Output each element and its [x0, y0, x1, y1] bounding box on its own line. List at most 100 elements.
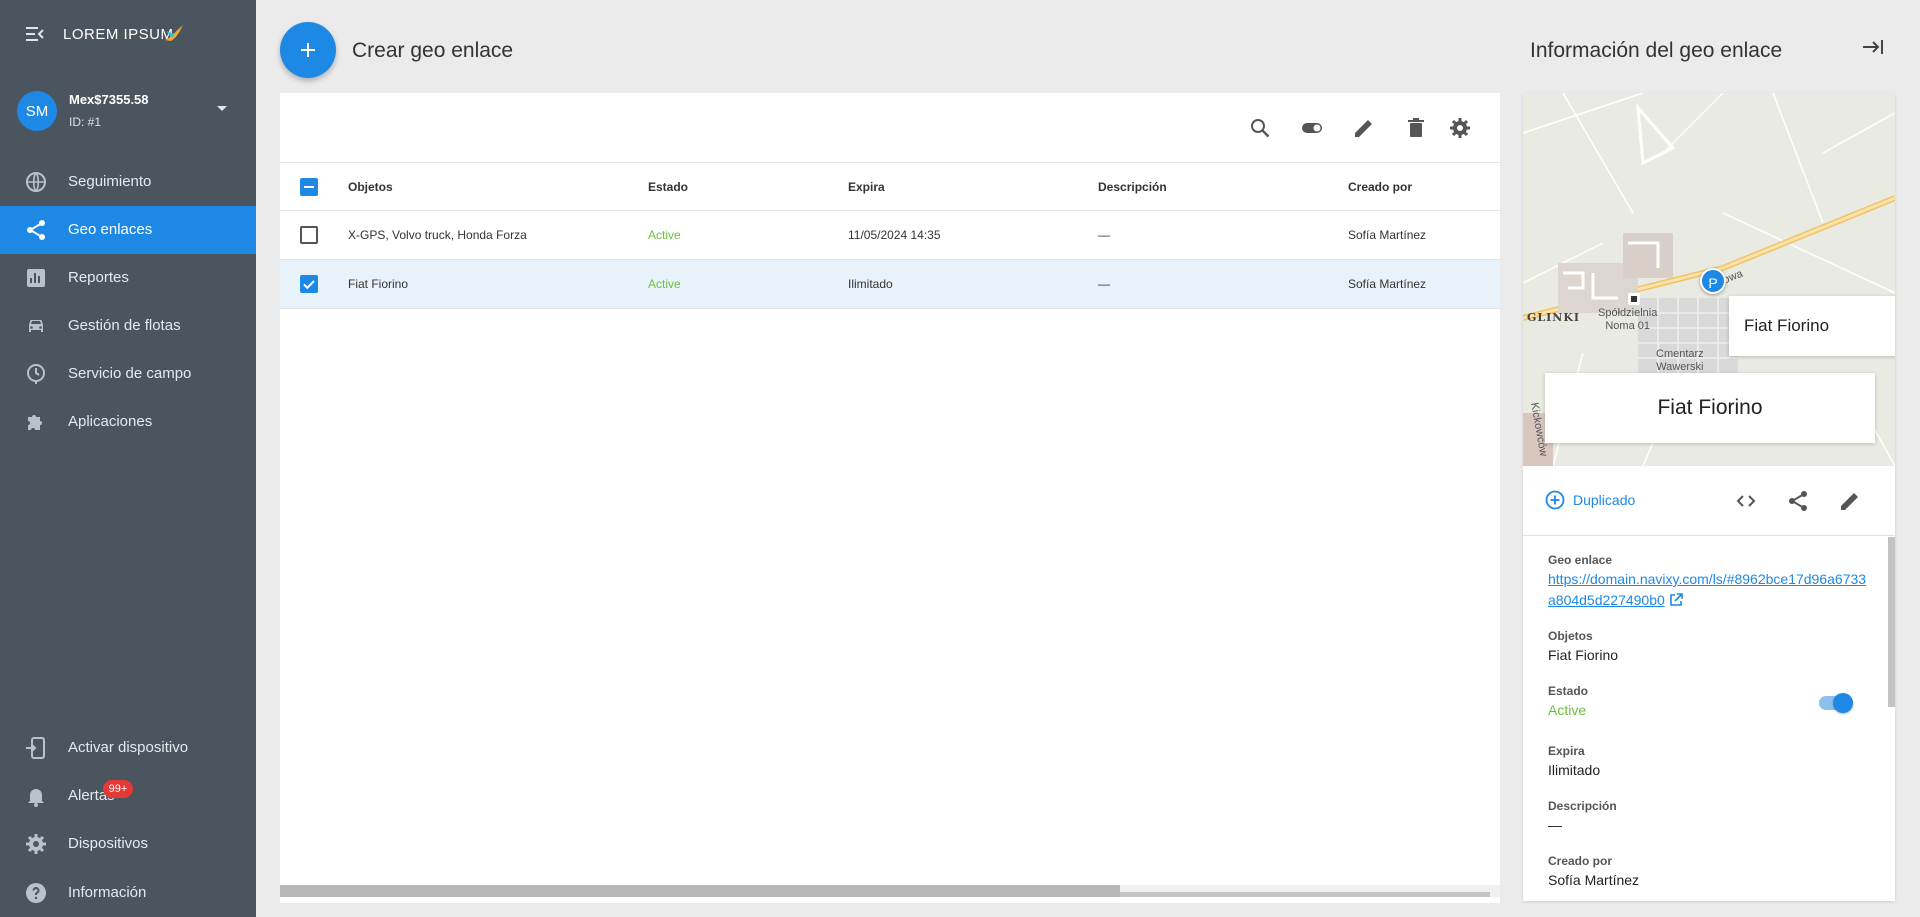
toggle-knob — [1833, 693, 1853, 713]
geo-link-details: Geo enlace https://domain.navixy.com/ls/… — [1523, 537, 1885, 901]
geo-link-url-text[interactable]: https://domain.navixy.com/ls/#8962bce17d… — [1548, 571, 1866, 608]
bell-icon — [24, 784, 48, 808]
nav-item-informacion[interactable]: Información — [0, 869, 256, 917]
sidebar: LOREM IPSUM SM Mex$7355.58 ID: #1 Seguim… — [0, 0, 256, 917]
collapse-panel-icon[interactable] — [1862, 38, 1884, 56]
map-pin-parking[interactable]: P — [1700, 268, 1726, 294]
expires-label: Expira — [1548, 744, 1585, 758]
column-header-descripcion[interactable]: Descripción — [1098, 180, 1167, 194]
column-header-objetos[interactable]: Objetos — [348, 180, 393, 194]
help-icon — [24, 881, 48, 905]
share-icon — [24, 218, 48, 242]
cell-status: Active — [648, 228, 681, 242]
nav-item-label: Servicio de campo — [68, 365, 192, 382]
caret-down-icon[interactable] — [216, 105, 228, 113]
nav-item-servicio-de-campo[interactable]: Servicio de campo — [0, 350, 256, 398]
cell-created-by: Sofía Martínez — [1348, 277, 1427, 291]
map-label-district: GLINKI — [1527, 311, 1581, 324]
edit-icon[interactable] — [1352, 116, 1376, 140]
share-icon[interactable] — [1786, 489, 1810, 513]
account-switcher[interactable]: SM Mex$7355.58 ID: #1 — [0, 84, 256, 140]
objects-label: Objetos — [1548, 629, 1593, 643]
nav-item-label: Seguimiento — [68, 173, 152, 190]
map-label-coop: Spółdzielnia Noma 01 — [1598, 307, 1658, 332]
edit-icon[interactable] — [1838, 489, 1862, 513]
nav-item-dispositivos[interactable]: Dispositivos — [0, 820, 256, 868]
column-header-creado-por[interactable]: Creado por — [1348, 180, 1412, 194]
nav-item-label: Dispositivos — [68, 835, 149, 852]
account-balance: Mex$7355.58 — [69, 92, 149, 107]
embed-code-icon[interactable] — [1734, 489, 1758, 513]
description-label: Descripción — [1548, 799, 1617, 813]
cell-objects: X-GPS, Volvo truck, Honda Forza — [348, 228, 527, 242]
nav-item-label: Activar dispositivo — [68, 739, 189, 756]
plus-icon — [299, 41, 317, 59]
table-row[interactable]: Fiat Fiorino Active Ilimitado — Sofía Ma… — [280, 260, 1500, 309]
car-icon — [24, 314, 48, 338]
brand-name: LOREM IPSUM — [63, 26, 174, 43]
delete-icon[interactable] — [1404, 116, 1428, 140]
map-preview[interactable]: GLINKI Spółdzielnia Noma 01 Cmentarz Waw… — [1523, 93, 1895, 466]
horizontal-scrollbar-thumb[interactable] — [280, 885, 1120, 897]
status-value: Active — [1548, 702, 1587, 718]
cell-expires: Ilimitado — [848, 277, 893, 291]
avatar: SM — [17, 91, 57, 131]
nav-item-geo-enlaces[interactable]: Geo enlaces — [0, 206, 256, 254]
geo-links-table-panel: Objetos Estado Expira Descripción Creado… — [280, 93, 1500, 903]
description-value: — — [1548, 817, 1562, 833]
created-by-value: Sofía Martínez — [1548, 872, 1640, 888]
toggle-status-icon[interactable] — [1300, 116, 1324, 140]
nav-item-label: Aplicaciones — [68, 413, 153, 430]
nav-item-aplicaciones[interactable]: Aplicaciones — [0, 398, 256, 446]
logo-row: LOREM IPSUM — [0, 0, 256, 68]
duplicate-label: Duplicado — [1573, 492, 1636, 508]
cell-status: Active — [648, 277, 681, 291]
column-header-estado[interactable]: Estado — [648, 180, 688, 194]
cell-description: — — [1098, 228, 1110, 242]
nav-item-label: Geo enlaces — [68, 221, 153, 238]
clock-icon — [24, 362, 48, 386]
alerts-count-badge: 99+ — [103, 780, 133, 798]
table-toolbar — [280, 93, 1500, 163]
row-checkbox[interactable] — [300, 226, 318, 244]
settings-icon[interactable] — [1448, 116, 1472, 140]
menu-collapse-icon[interactable] — [25, 25, 45, 43]
cell-expires: 11/05/2024 14:35 — [848, 228, 941, 242]
report-icon — [24, 266, 48, 290]
add-circle-icon — [1545, 490, 1565, 510]
column-header-expira[interactable]: Expira — [848, 180, 885, 194]
map-object-label: Fiat Fiorino — [1729, 296, 1895, 356]
gear-icon — [24, 832, 48, 856]
table-header: Objetos Estado Expira Descripción Creado… — [280, 163, 1500, 211]
globe-icon — [24, 170, 48, 194]
row-checkbox[interactable] — [300, 275, 318, 293]
map-object-card: Fiat Fiorino — [1545, 373, 1875, 443]
nav-item-label: Reportes — [68, 269, 129, 286]
external-link-icon[interactable] — [1669, 593, 1683, 607]
horizontal-scrollbar-remainder — [1120, 892, 1490, 897]
vertical-scrollbar-thumb[interactable] — [1888, 537, 1895, 707]
duplicate-button[interactable]: Duplicado — [1545, 490, 1635, 510]
created-by-label: Creado por — [1548, 854, 1613, 868]
page-title: Crear geo enlace — [352, 39, 514, 62]
cell-description: — — [1098, 277, 1110, 291]
create-geo-link-button[interactable] — [280, 22, 336, 78]
cell-objects: Fiat Fiorino — [348, 277, 409, 291]
nav-item-seguimiento[interactable]: Seguimiento — [0, 158, 256, 206]
account-id: ID: #1 — [69, 115, 102, 129]
geo-link-info-panel: GLINKI Spółdzielnia Noma 01 Cmentarz Waw… — [1523, 93, 1895, 901]
nav-item-gestion-de-flotas[interactable]: Gestión de flotas — [0, 302, 256, 350]
table-row[interactable]: X-GPS, Volvo truck, Honda Forza Active 1… — [280, 211, 1500, 260]
info-panel-title: Información del geo enlace — [1530, 39, 1783, 62]
geo-link-url[interactable]: https://domain.navixy.com/ls/#8962bce17d… — [1548, 569, 1870, 611]
select-all-checkbox[interactable] — [300, 178, 318, 196]
nav-item-label: Información — [68, 884, 147, 901]
device-add-icon — [24, 736, 48, 760]
status-toggle[interactable] — [1819, 693, 1853, 713]
nav-item-reportes[interactable]: Reportes — [0, 254, 256, 302]
search-icon[interactable] — [1248, 116, 1272, 140]
nav-item-activar-dispositivo[interactable]: Activar dispositivo — [0, 724, 256, 772]
brand-logo-icon — [163, 22, 185, 44]
expires-value: Ilimitado — [1548, 762, 1601, 778]
info-actions: Duplicado — [1523, 466, 1895, 536]
